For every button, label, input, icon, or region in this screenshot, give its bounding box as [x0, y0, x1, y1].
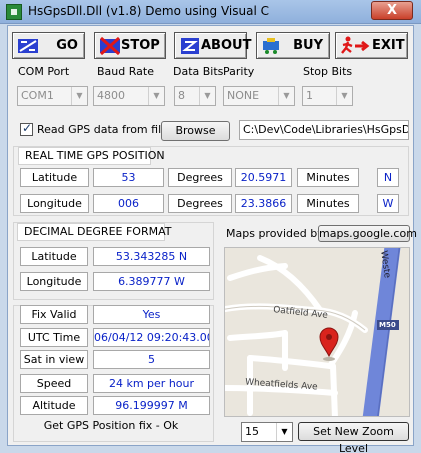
set-zoom-button[interactable]: Set New Zoom Level	[298, 422, 409, 453]
stop-bits-label: Stop Bits	[303, 65, 353, 78]
rt-lon-minutes-label: Minutes	[297, 194, 359, 213]
rt-lat-hemisphere: N	[377, 168, 399, 187]
satellite-stop-icon	[99, 36, 121, 56]
speed-value: 24 km per hour	[93, 374, 210, 393]
info-icon	[179, 36, 201, 56]
parity-label: Parity	[223, 65, 255, 78]
go-button[interactable]: GO	[12, 32, 85, 59]
dd-longitude-value: 6.389777 W	[93, 272, 210, 291]
fix-valid-value: Yes	[93, 305, 210, 324]
chevron-down-icon: ▼	[71, 87, 87, 105]
map-provider-label: Maps provided by	[226, 227, 324, 240]
road-badge: M50	[379, 321, 396, 329]
title-bar: HsGpsDll.Dll (v1.8) Demo using Visual C …	[0, 0, 421, 24]
com-port-select[interactable]: COM1 ▼	[17, 86, 88, 106]
parity-select[interactable]: NONE ▼	[223, 86, 295, 106]
window-title: HsGpsDll.Dll (v1.8) Demo using Visual C	[28, 4, 269, 18]
data-bits-label: Data Bits	[173, 65, 224, 78]
chevron-down-icon: ▼	[148, 87, 164, 105]
dd-latitude-label: Latitude	[20, 247, 88, 266]
exit-run-icon	[340, 36, 372, 56]
altitude-label: Altitude	[20, 396, 88, 415]
cart-icon	[261, 36, 283, 56]
utc-time-value: 06/04/12 09:20:43.000	[93, 328, 210, 347]
stop-button[interactable]: STOP	[94, 32, 166, 59]
file-path-input[interactable]: C:\Dev\Code\Libraries\HsGpsDll\De	[239, 120, 409, 140]
data-bits-select[interactable]: 8 ▼	[174, 86, 216, 106]
altitude-value: 96.199997 M	[93, 396, 210, 415]
rt-lon-hemisphere: W	[377, 194, 399, 213]
rt-latitude-value: 53	[93, 168, 164, 187]
chevron-down-icon: ▼	[276, 423, 292, 441]
buy-button[interactable]: BUY	[256, 32, 330, 59]
rt-lat-degrees-value: 20.5971	[235, 168, 292, 187]
stop-bits-select[interactable]: 1 ▼	[302, 86, 353, 106]
rt-longitude-label: Longitude	[20, 194, 89, 213]
utc-time-label: UTC Time	[20, 328, 88, 347]
close-button[interactable]: X	[371, 1, 413, 20]
rt-lat-minutes-label: Minutes	[297, 168, 359, 187]
read-from-file-checkbox[interactable]	[20, 121, 33, 136]
dd-latitude-value: 53.343285 N	[93, 247, 210, 266]
chevron-down-icon: ▼	[199, 87, 215, 105]
com-port-label: COM Port	[18, 65, 70, 78]
dd-longitude-label: Longitude	[20, 272, 88, 291]
exit-button[interactable]: EXIT	[335, 32, 408, 59]
rt-lat-degrees-label: Degrees	[168, 168, 232, 187]
read-from-file-label: Read GPS data from file	[37, 123, 168, 136]
realtime-header: REAL TIME GPS POSITION	[18, 147, 165, 165]
fix-valid-label: Fix Valid	[20, 305, 88, 324]
zoom-level-select[interactable]: 15 ▼	[241, 422, 293, 442]
baud-rate-select[interactable]: 4800 ▼	[93, 86, 165, 106]
about-button[interactable]: ABOUT	[174, 32, 251, 59]
decimal-header: DECIMAL DEGREE FORMAT	[17, 223, 171, 241]
chevron-down-icon: ▼	[278, 87, 294, 105]
app-icon	[6, 4, 22, 20]
rt-lon-degrees-label: Degrees	[168, 194, 232, 213]
rt-latitude-label: Latitude	[20, 168, 89, 187]
sat-in-view-value: 5	[93, 350, 210, 369]
map-view[interactable]: Oatfield Ave Wheatfields Ave Weste M50	[224, 247, 410, 417]
baud-rate-label: Baud Rate	[97, 65, 154, 78]
sat-in-view-label: Sat in view	[20, 350, 88, 369]
browse-button[interactable]: Browse	[161, 121, 230, 141]
map-provider-link[interactable]: maps.google.com	[318, 225, 417, 242]
rt-longitude-value: 006	[93, 194, 164, 213]
chevron-down-icon: ▼	[336, 87, 352, 105]
satellite-icon	[17, 36, 39, 56]
rt-lon-degrees-value: 23.3866	[235, 194, 292, 213]
fix-status-message: Get GPS Position fix - Ok	[43, 419, 179, 432]
speed-label: Speed	[20, 374, 88, 393]
main-panel: GO STOP ABOUT BUY EXIT COM Port Baud Rat…	[7, 25, 417, 453]
